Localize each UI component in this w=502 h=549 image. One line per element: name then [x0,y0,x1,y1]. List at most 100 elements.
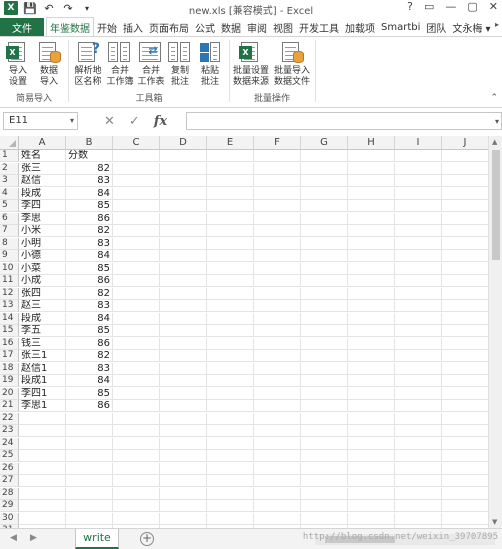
row-header[interactable]: 17 [0,350,19,362]
grid-cell[interactable] [395,212,442,225]
grid-cell[interactable] [348,500,395,512]
row-header[interactable]: 24 [0,437,19,450]
grid-cell[interactable] [113,512,160,525]
grid-cell[interactable] [254,262,301,275]
grid-cell[interactable] [160,337,207,350]
grid-cell[interactable] [442,300,489,312]
batch-import-button[interactable]: 批量导入 数据文件 [272,40,312,88]
grid-cell[interactable] [301,150,348,162]
grid-cell[interactable] [348,387,395,400]
grid-cell[interactable] [113,312,160,325]
row-header[interactable]: 9 [0,250,19,262]
grid-cell[interactable] [19,412,66,425]
grid-cell[interactable] [160,412,207,425]
grid-cell[interactable] [442,212,489,225]
grid-cell[interactable] [254,187,301,200]
grid-cell[interactable] [207,287,254,300]
column-header[interactable]: C [113,136,160,150]
name-box-dropdown-icon[interactable]: ▾ [70,113,74,129]
grid-cell[interactable]: 86 [66,337,113,350]
grid-cell[interactable] [66,450,113,462]
grid-cell[interactable] [254,312,301,325]
grid-cell[interactable] [348,425,395,437]
grid-cell[interactable] [113,237,160,250]
grid-cell[interactable] [442,450,489,462]
grid-cell[interactable]: 李思1 [19,400,66,412]
row-header[interactable]: 3 [0,175,19,187]
grid-cell[interactable] [348,162,395,175]
grid-cell[interactable] [19,500,66,512]
grid-cell[interactable] [348,412,395,425]
grid-cell[interactable] [395,512,442,525]
grid-cell[interactable] [113,487,160,500]
grid-cell[interactable] [395,287,442,300]
grid-cell[interactable] [160,425,207,437]
minimize-icon[interactable]: — [445,0,456,13]
grid-cell[interactable] [395,487,442,500]
grid-cell[interactable] [254,287,301,300]
row-header[interactable]: 2 [0,162,19,175]
row-header[interactable]: 7 [0,225,19,237]
grid-cell[interactable] [113,362,160,375]
grid-cell[interactable] [66,487,113,500]
column-header[interactable]: E [207,136,254,150]
grid-cell[interactable] [254,150,301,162]
merge-sheet-button[interactable]: ⇄ 合并 工作表 [136,40,166,88]
grid-cell[interactable] [207,425,254,437]
column-header[interactable]: B [66,136,113,150]
grid-cell[interactable] [207,175,254,187]
scroll-down-icon[interactable]: ▼ [492,518,497,526]
grid-cell[interactable] [19,450,66,462]
grid-cell[interactable]: 钱三 [19,337,66,350]
row-header[interactable]: 8 [0,237,19,250]
grid-cell[interactable]: 赵信 [19,175,66,187]
grid-cell[interactable] [301,500,348,512]
grid-cell[interactable] [395,400,442,412]
prev-sheet-icon[interactable]: ◀ [10,533,17,543]
grid-cell[interactable] [66,475,113,487]
grid-cell[interactable]: 84 [66,187,113,200]
paste-comment-button[interactable]: 粘贴 批注 [196,40,224,88]
grid-cell[interactable] [301,300,348,312]
grid-cell[interactable] [113,175,160,187]
grid-cell[interactable] [160,437,207,450]
grid-cell[interactable] [113,400,160,412]
row-header[interactable]: 21 [0,400,19,412]
grid-cell[interactable] [442,387,489,400]
grid-cell[interactable]: 张三1 [19,350,66,362]
grid-cell[interactable]: 李思 [19,212,66,225]
grid-cell[interactable] [301,312,348,325]
grid-cell[interactable] [207,262,254,275]
grid-cell[interactable] [160,225,207,237]
row-header[interactable]: 22 [0,412,19,425]
grid-cell[interactable] [254,325,301,337]
grid-cell[interactable]: 张四 [19,287,66,300]
grid-cell[interactable]: 张三 [19,162,66,175]
grid-cell[interactable] [113,300,160,312]
grid-cell[interactable] [207,225,254,237]
grid-cell[interactable]: 82 [66,162,113,175]
grid-cell[interactable] [301,437,348,450]
copy-comment-button[interactable]: 复制 批注 [166,40,194,88]
grid-cell[interactable] [442,487,489,500]
grid-cell[interactable] [160,287,207,300]
grid-cell[interactable] [442,275,489,287]
grid-cell[interactable] [395,275,442,287]
grid-cell[interactable] [395,412,442,425]
ribbon-tab[interactable]: 页面布局 [146,18,192,36]
grid-cell[interactable] [113,187,160,200]
grid-cell[interactable] [19,512,66,525]
grid-cell[interactable] [254,350,301,362]
close-icon[interactable]: ✕ [489,0,498,13]
grid-cell[interactable] [442,225,489,237]
grid-cell[interactable] [301,462,348,475]
ribbon-tab[interactable]: 团队 [423,18,449,36]
row-header[interactable]: 4 [0,187,19,200]
grid-cell[interactable] [395,225,442,237]
grid-cell[interactable] [442,462,489,475]
help-icon[interactable]: ? [407,0,413,13]
row-header[interactable]: 20 [0,387,19,400]
grid-cell[interactable] [301,212,348,225]
row-header[interactable]: 14 [0,312,19,325]
grid-cell[interactable]: 84 [66,250,113,262]
